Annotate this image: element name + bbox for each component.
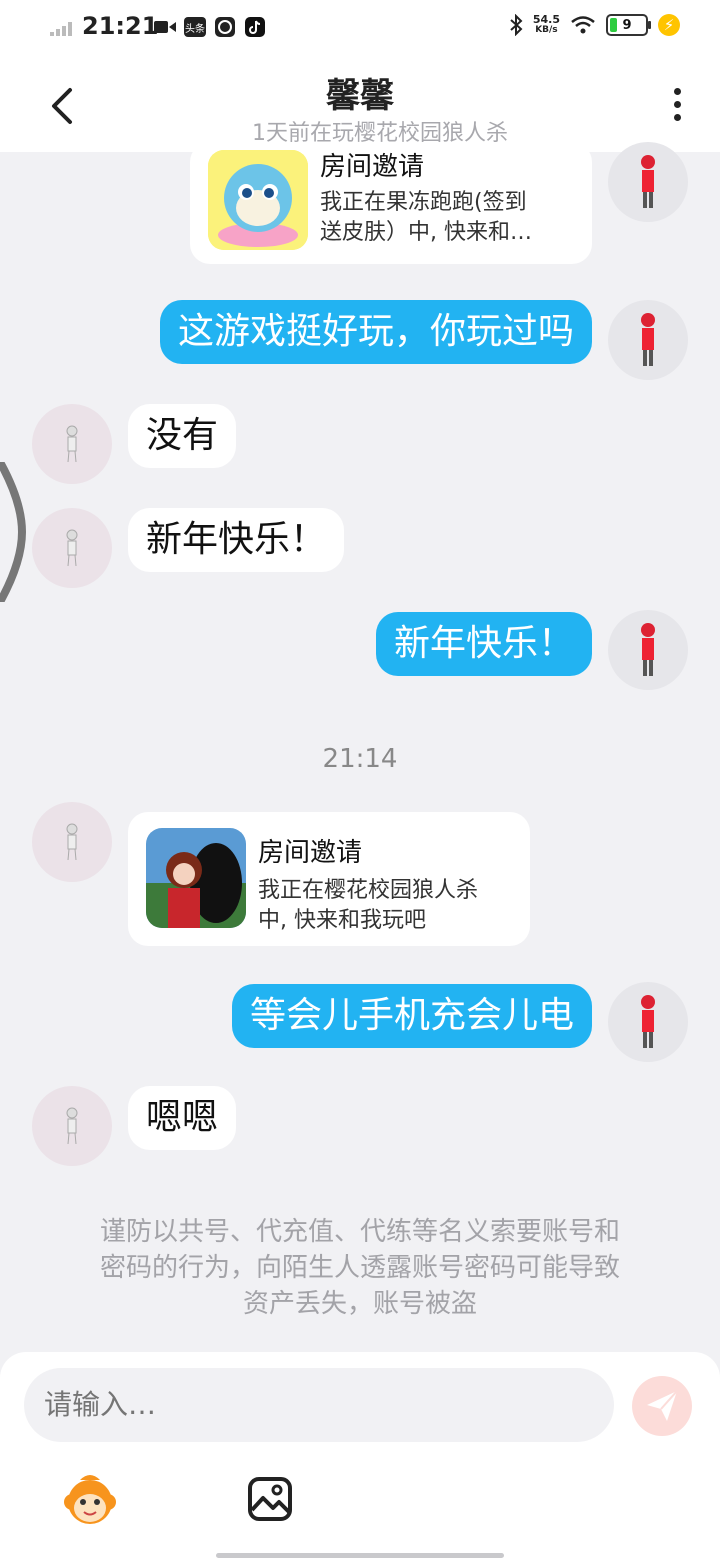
message-bubble-outgoing[interactable]: 这游戏挺好玩，你玩过吗 (159, 300, 592, 364)
my-avatar[interactable] (608, 142, 688, 222)
contact-avatar[interactable] (32, 404, 112, 484)
home-indicator[interactable] (216, 1553, 504, 1558)
image-icon[interactable] (247, 1476, 293, 1522)
security-notice: 谨防以共号、代充值、代练等名义索要账号和 密码的行为，向陌生人透露账号密码可能导… (99, 1217, 620, 1319)
card-title: 房间邀请 (320, 152, 425, 182)
edge-swipe-handle (0, 462, 26, 602)
battery-icon: 9 (606, 14, 651, 36)
message-bubble-incoming[interactable]: 没有 (128, 404, 237, 468)
room-invite-card[interactable]: 房间邀请 我正在樱花校园狼人杀 中, 快来和我玩吧 (128, 812, 530, 946)
card-desc-line1: 我正在果冻跑跑(签到 (320, 190, 527, 215)
monkey-emoji-icon[interactable] (62, 1472, 118, 1528)
contact-name: 馨馨 (326, 76, 394, 116)
card-desc-line2: 中, 快来和我玩吧 (258, 908, 426, 933)
message-timestamp: 21:14 (322, 744, 398, 774)
my-avatar[interactable] (608, 300, 688, 380)
message-bubble-incoming[interactable]: 新年快乐！ (128, 508, 345, 572)
game-thumbnail-sakura (146, 828, 246, 928)
charging-icon: ⚡ (658, 14, 680, 36)
message-bubble-outgoing[interactable]: 新年快乐！ (375, 612, 592, 676)
card-title: 房间邀请 (258, 838, 363, 868)
signal-icon (50, 22, 72, 36)
send-icon (647, 1390, 678, 1421)
input-bar (0, 1352, 720, 1560)
bluetooth-icon (510, 14, 523, 36)
status-bar: 21:21 头条 54.5 KB/s 9 ⚡ (0, 0, 720, 58)
chat-header: 馨馨 1天前在玩樱花校园狼人杀 (0, 58, 720, 152)
network-speed: 54.5 KB/s (532, 13, 560, 35)
card-desc-line1: 我正在樱花校园狼人杀 (258, 878, 479, 903)
message-bubble-incoming[interactable]: 嗯嗯 (128, 1086, 237, 1150)
card-desc-line2: 送皮肤）中, 快来和… (320, 220, 532, 245)
more-menu-icon[interactable] (672, 88, 682, 124)
room-invite-card[interactable]: 房间邀请 我正在果冻跑跑(签到 送皮肤）中, 快来和… (190, 142, 592, 264)
my-avatar[interactable] (608, 610, 688, 690)
qq-icon (215, 17, 235, 37)
my-avatar[interactable] (608, 982, 688, 1062)
wifi-icon (571, 16, 595, 34)
message-input[interactable] (24, 1368, 614, 1442)
game-thumbnail-jelly (208, 150, 308, 250)
tiktok-icon (245, 17, 265, 37)
toutiao-icon: 头条 (184, 17, 206, 37)
contact-avatar[interactable] (32, 1086, 112, 1166)
video-icon (154, 21, 176, 33)
chat-area[interactable]: 房间邀请 我正在果冻跑跑(签到 送皮肤）中, 快来和… 这游戏挺好玩，你玩过吗 … (0, 142, 720, 1352)
contact-avatar[interactable] (32, 508, 112, 588)
message-bubble-outgoing[interactable]: 等会儿手机充会儿电 (231, 984, 592, 1048)
send-button[interactable] (632, 1376, 692, 1436)
status-time: 21:21 (82, 12, 159, 40)
contact-avatar[interactable] (32, 802, 112, 882)
